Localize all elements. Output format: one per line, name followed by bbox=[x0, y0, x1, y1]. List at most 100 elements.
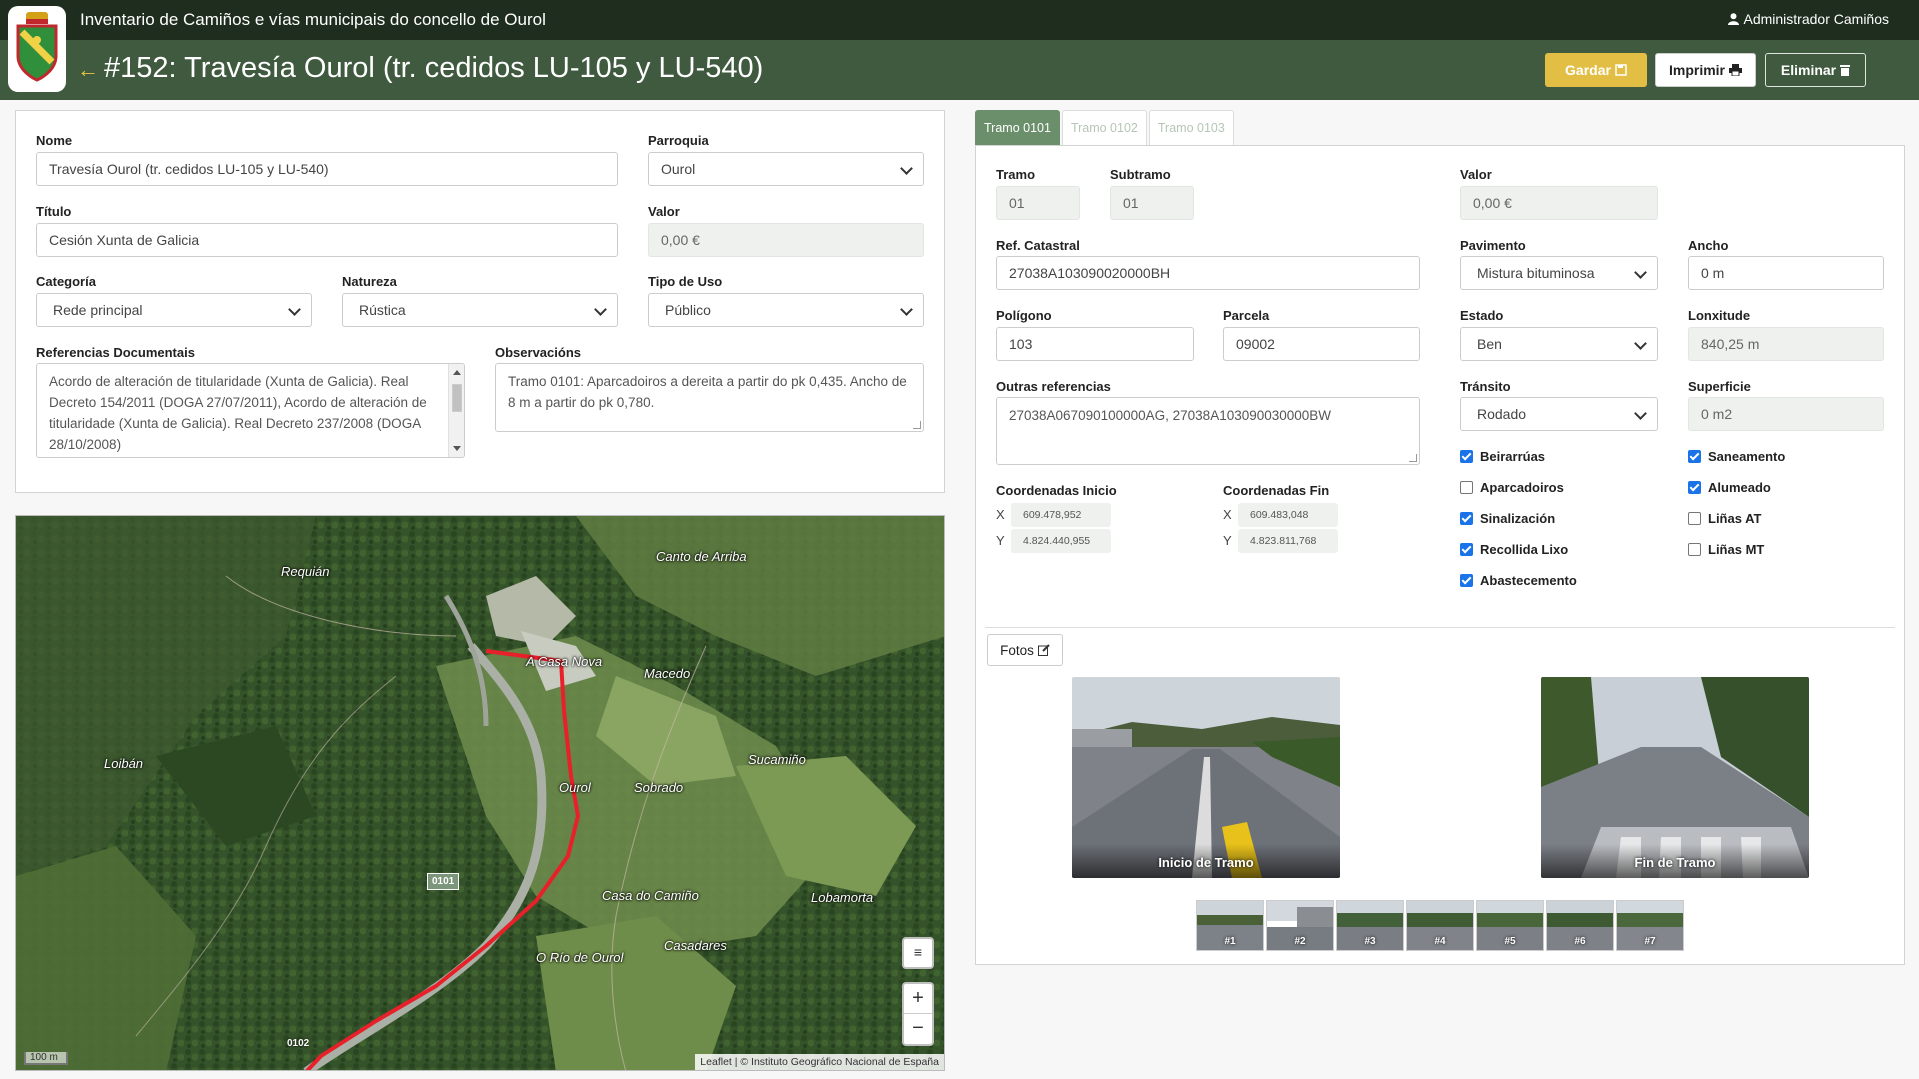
transito-select[interactable]: Rodado bbox=[1460, 397, 1658, 431]
checkbox-label: Beirarrúas bbox=[1480, 449, 1546, 464]
checkbox-alumeado[interactable]: Alumeado bbox=[1688, 480, 1771, 495]
poligono-field[interactable]: 103 bbox=[996, 327, 1194, 361]
subtramo-field: 01 bbox=[1110, 186, 1194, 220]
natureza-label: Natureza bbox=[342, 274, 397, 289]
categoria-label: Categoría bbox=[36, 274, 96, 289]
photo-thumbnail[interactable]: #7 bbox=[1616, 900, 1684, 951]
photo-thumbnail[interactable]: #2 bbox=[1266, 900, 1334, 951]
lonxitude-field: 840,25 m bbox=[1688, 327, 1884, 361]
print-button[interactable]: Imprimir bbox=[1655, 53, 1756, 87]
checkbox-linas-mt[interactable]: Liñas MT bbox=[1688, 542, 1764, 557]
place-label: A Casa Nova bbox=[526, 654, 603, 669]
checkbox-box[interactable] bbox=[1688, 512, 1701, 525]
checkbox-recollida-lixo[interactable]: Recollida Lixo bbox=[1460, 542, 1568, 557]
checkbox-label: Alumeado bbox=[1708, 480, 1771, 495]
delete-button[interactable]: Eliminar bbox=[1765, 53, 1866, 87]
save-button[interactable]: Gardar bbox=[1545, 53, 1647, 87]
checkbox-aparcadoiros[interactable]: Aparcadoiros bbox=[1460, 480, 1564, 495]
pavimento-select[interactable]: Mistura bituminosa bbox=[1460, 256, 1658, 290]
photo-thumbnail[interactable]: #5 bbox=[1476, 900, 1544, 951]
place-label: Requián bbox=[281, 564, 330, 579]
user-menu[interactable]: Administrador Camiños bbox=[1727, 11, 1890, 27]
coord-inicio-x-label: X bbox=[996, 507, 1005, 522]
ancho-field[interactable]: 0 m bbox=[1688, 256, 1884, 290]
checkbox-label: Liñas MT bbox=[1708, 542, 1765, 557]
checkbox-abastecemento[interactable]: Abastecemento bbox=[1460, 573, 1577, 588]
zoom-out-button[interactable]: − bbox=[904, 1014, 932, 1044]
parcela-field[interactable]: 09002 bbox=[1223, 327, 1420, 361]
checkbox-sinalizacion[interactable]: Sinalización bbox=[1460, 511, 1555, 526]
photo-inicio-tramo[interactable]: Inicio de Tramo bbox=[1072, 677, 1340, 878]
tab-tramo-0103[interactable]: Tramo 0103 bbox=[1148, 110, 1234, 146]
textarea-scrollbar[interactable] bbox=[448, 364, 464, 457]
tipo-uso-select[interactable]: Público bbox=[648, 293, 924, 327]
checkbox-box[interactable] bbox=[1688, 543, 1701, 556]
map-scale: 100 m bbox=[24, 1052, 68, 1065]
thumbnail-number: #5 bbox=[1504, 936, 1516, 947]
nome-field[interactable]: Travesía Ourol (tr. cedidos LU-105 y LU-… bbox=[36, 152, 618, 186]
outras-referencias-textarea[interactable]: 27038A067090100000AG, 27038A103090030000… bbox=[996, 397, 1420, 465]
estado-select[interactable]: Ben bbox=[1460, 327, 1658, 361]
coord-fin-y-field: 4.823.811,768 bbox=[1238, 529, 1338, 553]
photo-caption: Fin de Tramo bbox=[1541, 844, 1809, 878]
user-name: Administrador Camiños bbox=[1743, 11, 1890, 27]
resize-grip[interactable] bbox=[1409, 454, 1417, 462]
edit-icon bbox=[1037, 644, 1050, 656]
place-label: Sucamiño bbox=[748, 752, 806, 767]
checkbox-box[interactable] bbox=[1460, 450, 1473, 463]
zoom-in-button[interactable]: + bbox=[904, 984, 932, 1014]
checkbox-box[interactable] bbox=[1460, 543, 1473, 556]
checkbox-box[interactable] bbox=[1460, 481, 1473, 494]
observacions-textarea[interactable]: Tramo 0101: Aparcadoiros a dereita a par… bbox=[495, 363, 924, 432]
top-bar: Inventario de Camiños e vías municipais … bbox=[0, 0, 1919, 40]
resize-grip[interactable] bbox=[913, 421, 921, 429]
coord-inicio-label: Coordenadas Inicio bbox=[996, 483, 1117, 498]
checkbox-box[interactable] bbox=[1688, 481, 1701, 494]
checkbox-beirarruas[interactable]: Beirarrúas bbox=[1460, 449, 1545, 464]
categoria-select[interactable]: Rede principal bbox=[36, 293, 312, 327]
checkbox-saneamento[interactable]: Saneamento bbox=[1688, 449, 1785, 464]
checkbox-box[interactable] bbox=[1460, 574, 1473, 587]
referencias-textarea[interactable]: Acordo de alteración de titularidade (Xu… bbox=[36, 363, 465, 458]
printer-icon bbox=[1729, 64, 1742, 76]
map-attribution[interactable]: Leaflet | © Instituto Geográfico Naciona… bbox=[695, 1054, 944, 1070]
titulo-label: Título bbox=[36, 204, 72, 219]
place-label: Casadares bbox=[664, 938, 727, 953]
checkbox-label: Saneamento bbox=[1708, 449, 1786, 464]
photo-fin-tramo[interactable]: Fin de Tramo bbox=[1541, 677, 1809, 878]
checkbox-linas-at[interactable]: Liñas AT bbox=[1688, 511, 1761, 526]
fotos-button[interactable]: Fotos bbox=[987, 634, 1063, 666]
photo-thumbnail[interactable]: #4 bbox=[1406, 900, 1474, 951]
outras-referencias-label: Outras referencias bbox=[996, 379, 1111, 394]
list-icon: ≡ bbox=[913, 944, 923, 960]
place-label: Loibán bbox=[104, 756, 144, 771]
parroquia-select[interactable]: Ourol bbox=[648, 152, 924, 186]
checkbox-box[interactable] bbox=[1688, 450, 1701, 463]
tab-tramo-0101[interactable]: Tramo 0101 bbox=[975, 110, 1060, 146]
checkbox-label: Abastecemento bbox=[1480, 573, 1577, 588]
photo-thumbnail[interactable]: #3 bbox=[1336, 900, 1404, 951]
trash-icon bbox=[1840, 65, 1851, 76]
titulo-field[interactable]: Cesión Xunta de Galicia bbox=[36, 223, 618, 257]
photo-thumbnail[interactable]: #1 bbox=[1196, 900, 1264, 951]
floppy-icon bbox=[1615, 64, 1627, 76]
place-label: Canto de Arriba bbox=[656, 549, 747, 564]
tramo-field: 01 bbox=[996, 186, 1080, 220]
outras-referencias-text: 27038A067090100000AG, 27038A103090030000… bbox=[1009, 408, 1332, 423]
place-label: Ourol bbox=[559, 780, 591, 795]
transito-label: Tránsito bbox=[1460, 379, 1511, 394]
ref-catastral-field[interactable]: 27038A103090020000BH bbox=[996, 256, 1420, 290]
place-label: Sobrado bbox=[634, 780, 684, 795]
natureza-select[interactable]: Rústica bbox=[342, 293, 618, 327]
layers-button[interactable]: ≡ bbox=[902, 937, 934, 969]
tab-tramo-0102[interactable]: Tramo 0102 bbox=[1061, 110, 1147, 146]
fotos-button-label: Fotos bbox=[1000, 642, 1034, 658]
coord-inicio-y-label: Y bbox=[996, 533, 1005, 548]
checkbox-box[interactable] bbox=[1460, 512, 1473, 525]
observacions-label: Observacións bbox=[495, 345, 581, 360]
valor-field: 0,00 € bbox=[648, 223, 924, 257]
photo-thumbnail[interactable]: #6 bbox=[1546, 900, 1614, 951]
back-arrow-icon[interactable]: ← bbox=[77, 57, 99, 83]
parcela-label: Parcela bbox=[1223, 308, 1270, 323]
aerial-map[interactable]: Requián Canto de Arriba A Casa Nova Mace… bbox=[15, 515, 945, 1071]
